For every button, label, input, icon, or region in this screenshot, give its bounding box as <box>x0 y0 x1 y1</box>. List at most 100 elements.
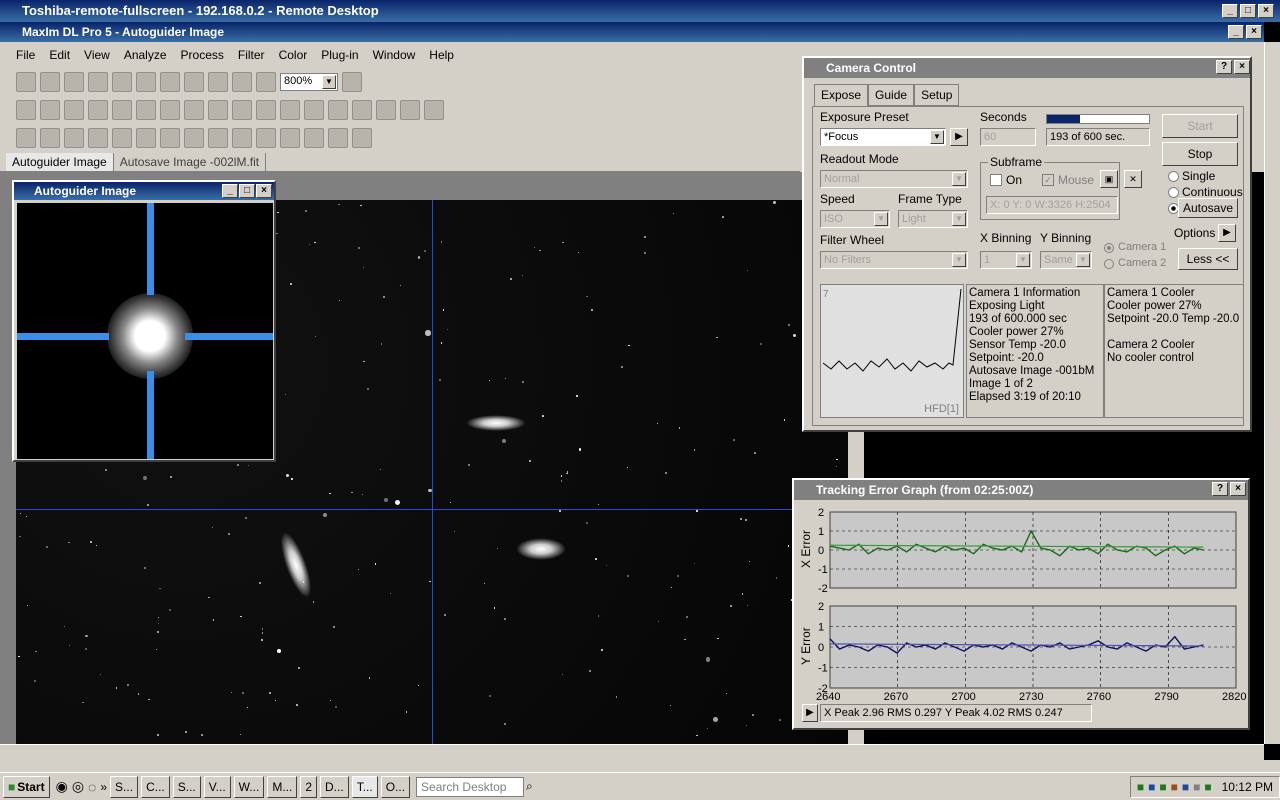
tool-icon[interactable] <box>112 100 132 120</box>
filter-select[interactable]: No Filters ▼ <box>820 251 968 269</box>
tab-autoguider[interactable]: Autoguider Image <box>6 152 114 171</box>
subframe-clear-button[interactable]: ✕ <box>1124 170 1142 188</box>
menu-analyze[interactable]: Analyze <box>124 48 167 62</box>
continuous-radio[interactable] <box>1168 187 1179 198</box>
tray-icon[interactable]: ■ <box>1182 780 1189 794</box>
subframe-on-checkbox[interactable] <box>990 174 1002 186</box>
tray-icon[interactable]: ■ <box>1193 780 1200 794</box>
taskbar-item[interactable]: D... <box>320 775 349 798</box>
tray-icon[interactable]: ■ <box>1159 780 1166 794</box>
autosave-button[interactable]: Autosave <box>1178 198 1238 218</box>
tracking-play-button[interactable]: ▶ <box>802 704 818 722</box>
tool-icon[interactable] <box>112 128 132 148</box>
camera-close-button[interactable]: × <box>1234 60 1250 74</box>
tool-icon[interactable] <box>184 128 204 148</box>
taskbar-item[interactable]: T... <box>351 775 378 798</box>
ag-maximize-button[interactable]: □ <box>239 184 255 198</box>
tool-icon[interactable] <box>40 128 60 148</box>
tool-icon[interactable] <box>280 128 300 148</box>
tool-icon[interactable] <box>352 100 372 120</box>
menu-color[interactable]: Color <box>279 48 308 62</box>
start-button[interactable]: Start <box>1162 114 1238 138</box>
quicklaunch-icon[interactable]: ◎ <box>72 778 84 795</box>
camera-help-button[interactable]: ? <box>1216 60 1232 74</box>
tool-icon[interactable] <box>136 128 156 148</box>
exposure-preset-select[interactable]: *Focus ▼ <box>820 128 946 146</box>
taskbar-item[interactable]: 2 <box>300 775 318 798</box>
tray-icon[interactable]: ■ <box>1171 780 1178 794</box>
speed-select[interactable]: ISO ▼ <box>820 210 890 228</box>
palette-icon[interactable] <box>136 72 156 92</box>
taskbar-item[interactable]: W... <box>233 775 265 798</box>
camera2-radio[interactable] <box>1104 259 1114 269</box>
crosshair-icon[interactable] <box>160 72 180 92</box>
zoom-out-icon[interactable] <box>256 72 276 92</box>
single-radio[interactable] <box>1168 171 1179 182</box>
tool-icon[interactable] <box>16 128 36 148</box>
tracking-close-button[interactable]: × <box>1230 482 1246 496</box>
vertical-scrollbar[interactable] <box>1264 42 1280 744</box>
open-icon[interactable] <box>16 72 36 92</box>
tool-icon[interactable] <box>304 100 324 120</box>
tray-icon[interactable]: ■ <box>1204 780 1211 794</box>
ybin-select[interactable]: Same ▼ <box>1040 251 1092 269</box>
tab-autosave[interactable]: Autosave Image -002lM.fit <box>114 152 267 171</box>
chevron-icon[interactable]: » <box>100 780 107 794</box>
tray-icon[interactable]: ■ <box>1148 780 1155 794</box>
taskbar-item[interactable]: M... <box>267 775 298 798</box>
zoom-in-icon[interactable] <box>232 72 252 92</box>
tool-icon[interactable] <box>400 100 420 120</box>
menu-filter[interactable]: Filter <box>238 48 265 62</box>
search-icon[interactable]: ⌕ <box>526 779 533 794</box>
guide-star-image[interactable] <box>17 203 273 459</box>
readout-select[interactable]: Normal ▼ <box>820 170 968 188</box>
tracking-help-button[interactable]: ? <box>1212 482 1228 496</box>
xbin-select[interactable]: 1 ▼ <box>980 251 1032 269</box>
menu-edit[interactable]: Edit <box>49 48 70 62</box>
camera1-radio[interactable] <box>1104 243 1114 253</box>
minimize-button[interactable]: _ <box>1222 4 1238 18</box>
taskbar-item[interactable]: S... <box>110 775 139 798</box>
tool-icon[interactable] <box>232 128 252 148</box>
tool-icon[interactable] <box>160 100 180 120</box>
stop-button[interactable]: Stop <box>1162 142 1238 166</box>
tool-icon[interactable] <box>88 100 108 120</box>
tool-icon[interactable] <box>256 100 276 120</box>
tool-icon[interactable] <box>64 100 84 120</box>
options-arrow-button[interactable]: ▶ <box>1218 224 1236 242</box>
tab-expose[interactable]: Expose <box>814 84 869 106</box>
screen-stretch-icon[interactable] <box>112 72 132 92</box>
taskbar-item[interactable]: V... <box>203 775 231 798</box>
app-minimize-button[interactable]: _ <box>1228 25 1244 39</box>
tool-icon[interactable] <box>160 128 180 148</box>
tool-icon[interactable] <box>232 100 252 120</box>
close-button[interactable]: × <box>1258 4 1274 18</box>
undo-icon[interactable] <box>64 72 84 92</box>
tool-icon[interactable] <box>376 100 396 120</box>
help-icon[interactable] <box>342 72 362 92</box>
tool-icon[interactable] <box>424 100 444 120</box>
frametype-select[interactable]: Light ▼ <box>898 210 968 228</box>
maximize-button[interactable]: □ <box>1240 4 1256 18</box>
tool-icon[interactable] <box>256 128 276 148</box>
app-close-button[interactable]: × <box>1246 25 1262 39</box>
tool-icon[interactable] <box>208 128 228 148</box>
seconds-input[interactable]: 60 <box>980 128 1036 146</box>
quicklaunch-icon[interactable]: ◉ <box>56 778 68 795</box>
save-icon[interactable] <box>40 72 60 92</box>
quicklaunch-icon[interactable]: ◌ <box>88 779 96 795</box>
tool-icon[interactable] <box>136 100 156 120</box>
menu-plugin[interactable]: Plug-in <box>321 48 358 62</box>
menu-file[interactable]: File <box>16 48 35 62</box>
tool-icon[interactable] <box>280 100 300 120</box>
subframe-mouse-checkbox[interactable]: ✓ <box>1042 174 1054 186</box>
settings-icon[interactable] <box>208 72 228 92</box>
tool-icon[interactable] <box>16 100 36 120</box>
preset-arrow-button[interactable]: ▶ <box>950 128 968 146</box>
horizontal-scrollbar[interactable] <box>0 744 1264 760</box>
tool-icon[interactable] <box>184 100 204 120</box>
tab-guide[interactable]: Guide <box>868 84 915 106</box>
tool-icon[interactable] <box>328 128 348 148</box>
less-button[interactable]: Less << <box>1178 248 1238 270</box>
tool-icon[interactable] <box>88 128 108 148</box>
